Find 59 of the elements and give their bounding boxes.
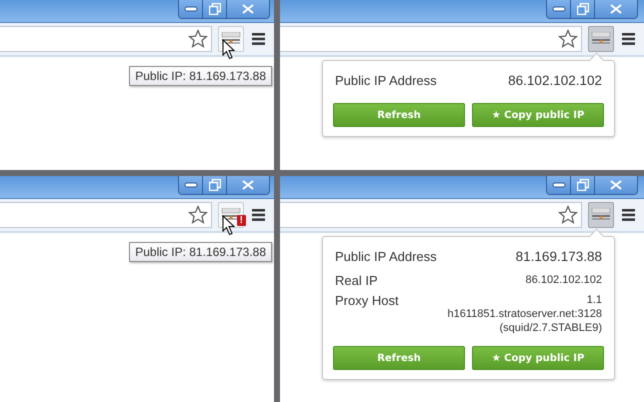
refresh-button[interactable]: Refresh [333, 346, 465, 370]
minimize-button[interactable] [179, 176, 203, 194]
restore-button[interactable] [571, 176, 595, 194]
refresh-button[interactable]: Refresh [333, 103, 465, 127]
copy-button[interactable]: ★ Copy public IP [472, 346, 604, 370]
restore-icon [576, 3, 588, 15]
menu-icon[interactable] [252, 33, 265, 45]
bookmark-star-icon[interactable] [188, 205, 208, 225]
restore-icon [576, 179, 588, 191]
menu-icon[interactable] [252, 209, 265, 221]
minimize-icon [552, 181, 566, 189]
minimize-button[interactable] [179, 0, 203, 18]
restore-icon [208, 3, 220, 15]
close-button[interactable] [227, 176, 269, 194]
minimize-button[interactable] [547, 176, 571, 194]
restore-icon [208, 179, 220, 191]
info-value: 86.102.102.102 [526, 273, 602, 287]
minimize-button[interactable] [547, 0, 571, 18]
network-gauge-icon [591, 32, 611, 46]
minimize-icon [184, 181, 198, 189]
close-icon [610, 180, 622, 190]
bookmark-star-icon[interactable] [188, 29, 208, 49]
bookmark-star-icon[interactable] [558, 205, 578, 225]
close-button[interactable] [595, 0, 637, 18]
address-field[interactable] [0, 202, 212, 228]
copy-button[interactable]: ★ Copy public IP [472, 103, 604, 127]
info-label: Public IP Address [335, 73, 437, 88]
restore-button[interactable] [571, 0, 595, 18]
restore-button[interactable] [203, 176, 227, 194]
close-button[interactable] [595, 176, 637, 194]
info-value: h1611851.stratoserver.net:3128 [447, 307, 602, 321]
close-icon [242, 4, 254, 14]
tooltip: Public IP: 81.169.173.88 [129, 66, 272, 86]
close-icon [610, 4, 622, 14]
info-value: 86.102.102.102 [508, 73, 602, 88]
info-label: Proxy Host [335, 293, 399, 310]
info-label: Public IP Address [335, 249, 437, 264]
address-field[interactable] [280, 26, 582, 52]
menu-icon[interactable] [622, 33, 635, 45]
menu-icon[interactable] [622, 209, 635, 221]
close-icon [242, 180, 254, 190]
info-value: (squid/2.7.STABLE9) [499, 321, 602, 335]
close-button[interactable] [227, 0, 269, 18]
address-field[interactable] [0, 26, 212, 52]
info-value: 81.169.173.88 [516, 249, 602, 264]
minimize-icon [184, 5, 198, 13]
network-gauge-icon [221, 32, 241, 46]
network-gauge-icon [591, 208, 611, 222]
info-value: 1.1 [586, 293, 602, 307]
alert-badge: ! [236, 215, 246, 226]
address-field[interactable] [280, 202, 582, 228]
minimize-icon [552, 5, 566, 13]
network-gauge-icon [221, 208, 241, 222]
restore-button[interactable] [203, 0, 227, 18]
bookmark-star-icon[interactable] [558, 29, 578, 49]
mouse-cursor-icon [222, 215, 236, 236]
mouse-cursor-icon [222, 39, 236, 60]
tooltip: Public IP: 81.169.173.88 [129, 242, 272, 262]
info-label: Real IP [335, 273, 378, 288]
